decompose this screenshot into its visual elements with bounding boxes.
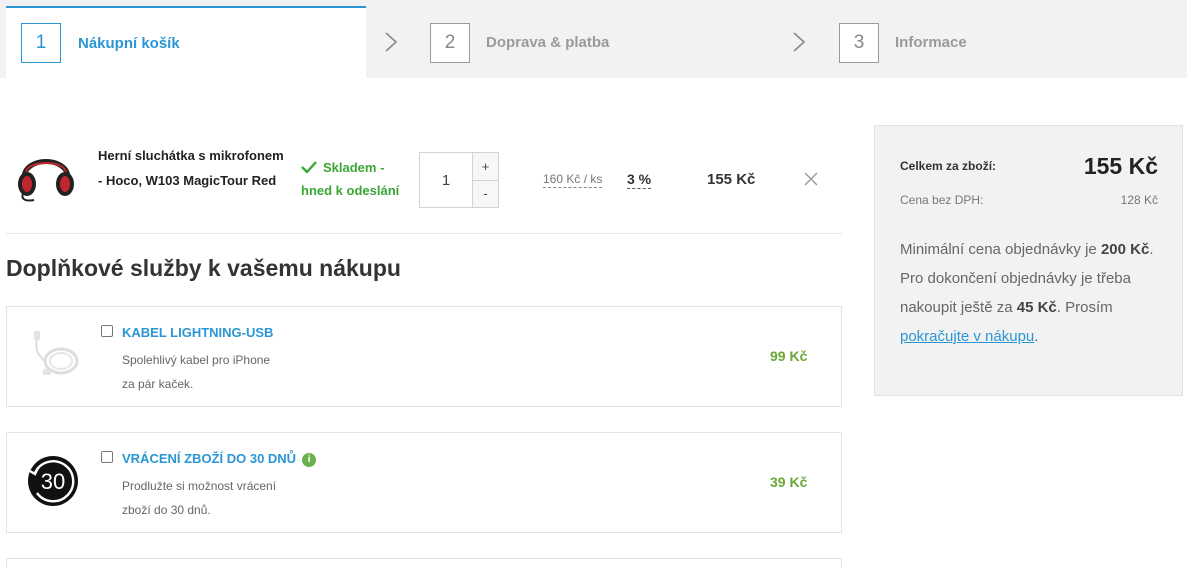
service-item-return-30: 30 VRÁCENÍ ZBOŽÍ DO 30 DNŮ i Prodlužte si… [6, 432, 842, 533]
cable-icon [34, 331, 79, 375]
stock-line-1: Skladem - [323, 160, 385, 175]
service-title-link[interactable]: KABEL LIGHTNING-USB [122, 325, 273, 340]
minimum-order-message: Minimální cena objednávky je 200 Kč . Pro… [900, 235, 1165, 351]
quantity-buttons: + - [472, 153, 498, 207]
headphones-icon[interactable] [14, 142, 78, 206]
step-label: Nákupní košík [78, 34, 180, 52]
msg-text: . Prosím [1056, 299, 1113, 316]
step-number: 3 [839, 22, 879, 63]
service-desc-line: zboží do 30 dnů. [122, 503, 211, 517]
service-item-partial [6, 558, 842, 568]
step-label: Doprava & platba [486, 34, 610, 51]
step-number: 1 [21, 23, 61, 63]
cart-item-row: Herní sluchátka s mikrofonem - Hoco, W10… [6, 126, 842, 234]
min-order-amount: 200 Kč [1100, 241, 1150, 258]
stock-line-2: hned k odeslání [301, 183, 400, 198]
service-description: Prodlužte si možnost vrácení zboží do 30… [122, 474, 302, 522]
service-price: 39 Kč [770, 474, 808, 490]
continue-shopping-link[interactable]: pokračujte v nákupu [900, 328, 1034, 345]
item-price: 155 Kč [707, 171, 756, 188]
service-title-link[interactable]: VRÁCENÍ ZBOŽÍ DO 30 DNŮ [122, 451, 296, 466]
return-badge-text: 30 [41, 469, 65, 494]
chevron-right-icon [385, 32, 398, 52]
quantity-minus-button[interactable]: - [473, 180, 498, 207]
service-desc-line: Prodlužte si možnost vrácení [122, 479, 277, 493]
price-without-vat-value: 128 Kč [1120, 193, 1158, 207]
quantity-plus-button[interactable]: + [473, 153, 498, 181]
service-price: 99 Kč [770, 348, 808, 364]
service-checkbox[interactable] [101, 451, 113, 463]
unit-price: 160 Kč / ks [543, 172, 603, 188]
service-title-row: VRÁCENÍ ZBOŽÍ DO 30 DNŮ i [122, 451, 317, 467]
step-shipping-payment[interactable]: 2 Doprava & platba [430, 7, 609, 78]
checkout-steps: 1 Nákupní košík 2 Doprava & platba 3 Inf… [0, 0, 1187, 78]
discount: 3 % [627, 171, 652, 189]
product-name[interactable]: Herní sluchátka s mikrofonem - Hoco, W10… [98, 143, 288, 193]
info-icon[interactable]: i [302, 453, 317, 467]
step-information[interactable]: 3 Informace [839, 7, 967, 78]
order-summary: Celkem za zboží: 155 Kč Cena bez DPH: 12… [874, 125, 1183, 396]
quantity-stepper: + - [419, 152, 499, 208]
close-icon[interactable] [804, 172, 818, 186]
remaining-amount: 45 Kč [1016, 299, 1057, 316]
services-title: Doplňkové služby k vašemu nákupu [6, 255, 401, 281]
stock-status: Skladem - hned k odeslání [301, 156, 416, 202]
service-desc-line: za pár kaček. [122, 377, 194, 391]
checkmark-icon [301, 161, 317, 173]
step-cart[interactable]: 1 Nákupní košík [6, 6, 366, 78]
return-30-days-icon: 30 [28, 456, 78, 506]
msg-text: . [1034, 328, 1039, 345]
msg-text: Minimální cena objednávky je [900, 241, 1101, 258]
total-value: 155 Kč [1083, 153, 1158, 179]
step-label: Informace [895, 34, 967, 51]
service-description: Spolehlivý kabel pro iPhone za pár kaček… [122, 348, 302, 396]
service-item-cable: KABEL LIGHTNING-USB Spolehlivý kabel pro… [6, 306, 842, 407]
service-desc-line: Spolehlivý kabel pro iPhone [122, 353, 271, 367]
service-checkbox[interactable] [101, 325, 113, 337]
quantity-input[interactable] [420, 153, 472, 207]
price-without-vat-label: Cena bez DPH: [900, 193, 984, 207]
total-label: Celkem za zboží: [900, 159, 997, 173]
chevron-right-icon [793, 32, 806, 52]
step-number: 2 [430, 22, 470, 63]
